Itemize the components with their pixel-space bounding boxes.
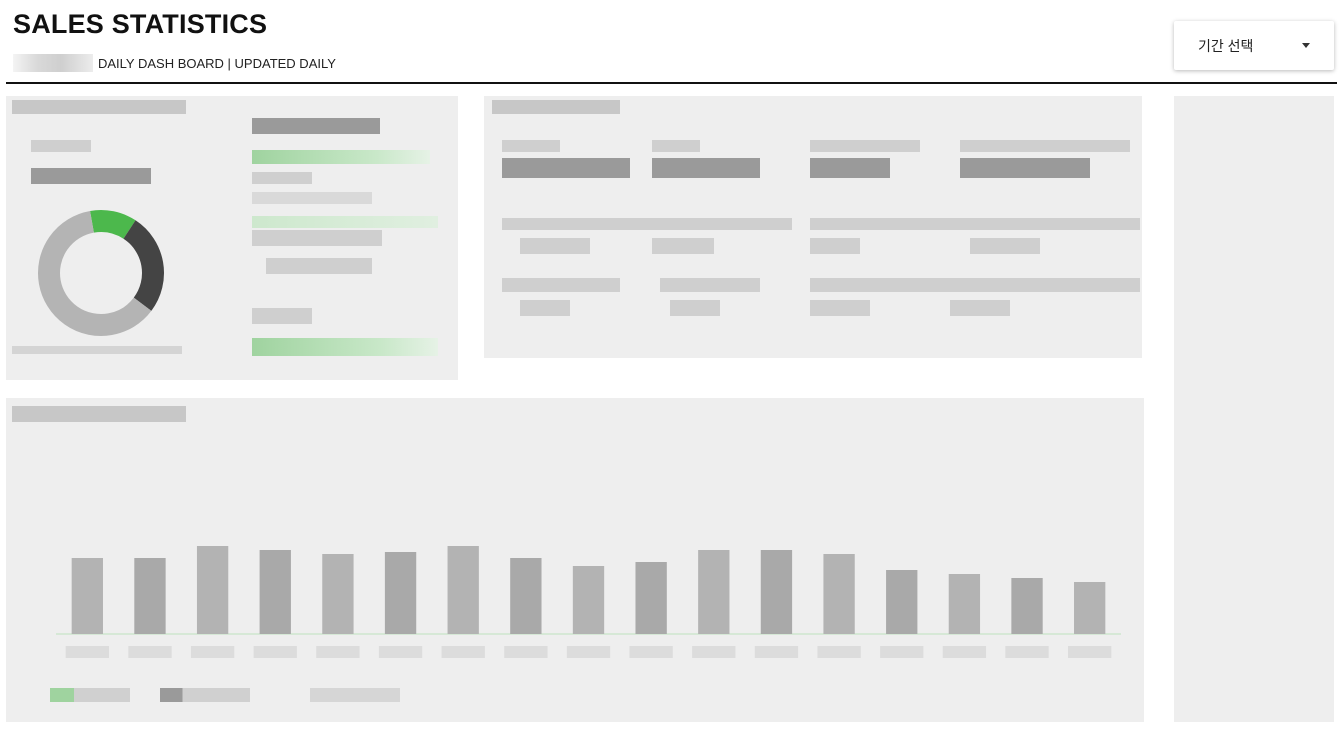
redacted-tick-label	[566, 646, 611, 658]
redacted-tick-label	[190, 646, 235, 658]
redacted-legend-item	[310, 688, 400, 702]
redacted-metric-label	[252, 308, 312, 324]
redacted-kpi-label	[502, 140, 560, 152]
kpi-summary-panel	[484, 96, 1142, 358]
redacted-kpi-value	[810, 300, 870, 316]
bar-10	[635, 562, 667, 634]
redacted-kpi-label	[502, 218, 792, 230]
redacted-label	[31, 140, 91, 152]
redacted-kpi-label	[810, 278, 1140, 292]
redacted-metric-title	[252, 118, 380, 134]
donut-chart	[38, 210, 164, 336]
period-select-label: 기간 선택	[1198, 37, 1254, 54]
redacted-panel-heading	[12, 100, 186, 114]
redacted-tick-label	[817, 646, 861, 658]
bar-8	[510, 558, 542, 634]
metric-bar-1	[252, 150, 430, 164]
bar-6	[384, 552, 417, 634]
bar-1	[71, 558, 103, 634]
redacted-tick-label	[441, 646, 485, 658]
redacted-kpi-value	[520, 238, 590, 254]
redacted-kpi-label	[502, 278, 620, 292]
period-select-dropdown[interactable]: 기간 선택	[1174, 21, 1334, 70]
redacted-kpi-label	[652, 140, 700, 152]
redacted-tick-label	[128, 646, 172, 658]
redacted-tick-label	[378, 646, 423, 658]
redacted-kpi-value	[670, 300, 720, 316]
bar-17	[1074, 582, 1106, 634]
bar-14	[886, 570, 918, 634]
bar-3	[196, 546, 229, 634]
redacted-metric-value	[266, 258, 372, 274]
redacted-kpi-value	[810, 158, 890, 178]
redacted-kpi-label	[810, 218, 1140, 230]
daily-sales-bar-chart	[56, 546, 1121, 658]
bar-2	[134, 558, 166, 634]
redacted-legend-item	[160, 688, 250, 702]
redacted-tick-label	[692, 646, 736, 658]
redacted-kpi-label	[810, 140, 920, 152]
bar-9	[572, 566, 605, 634]
redacted-tick-label	[316, 646, 360, 658]
redacted-metric-label	[252, 172, 312, 184]
bar-5	[322, 554, 354, 634]
redacted-tick-label	[65, 646, 109, 658]
redacted-kpi-value	[502, 158, 630, 178]
redacted-tick-label	[880, 646, 924, 658]
page-subtitle: DAILY DASH BOARD | UPDATED DAILY	[98, 55, 336, 71]
bar-13	[823, 554, 855, 634]
metric-bar-3	[252, 338, 438, 356]
header-divider	[6, 82, 1337, 84]
redacted-kpi-value	[970, 238, 1040, 254]
redacted-tick-label	[629, 646, 673, 658]
redacted-legend-item	[50, 688, 130, 702]
redacted-kpi-value	[652, 238, 714, 254]
redacted-metric-label	[252, 192, 372, 204]
redacted-kpi-value	[960, 158, 1090, 178]
redacted-kpi-value	[520, 300, 570, 316]
bar-15	[948, 574, 981, 634]
redacted-panel-heading	[492, 100, 620, 114]
redacted-tick-label	[1005, 646, 1049, 658]
page-title: SALES STATISTICS	[13, 9, 268, 39]
bar-11	[698, 550, 730, 634]
caret-down-icon	[1302, 43, 1310, 48]
redacted-legend	[12, 346, 182, 354]
bar-12	[760, 550, 793, 634]
subtitle-row: DAILY DASH BOARD | UPDATED DAILY	[13, 53, 336, 73]
redacted-kpi-value	[810, 238, 860, 254]
redacted-metric-value	[252, 230, 382, 246]
bar-4	[259, 550, 291, 634]
redacted-tick-label	[504, 646, 548, 658]
redacted-value	[31, 168, 151, 184]
summary-donut-panel	[6, 96, 458, 380]
redacted-kpi-value	[652, 158, 760, 178]
redacted-tick-label	[253, 646, 297, 658]
metric-bar-2	[252, 216, 438, 228]
redacted-kpi-value	[950, 300, 1010, 316]
bar-7	[447, 546, 479, 634]
redacted-kpi-label	[660, 278, 760, 292]
bar-16	[1011, 578, 1043, 634]
daily-sales-chart-panel	[6, 398, 1144, 722]
redacted-kpi-label	[960, 140, 1130, 152]
redacted-company-logo	[13, 54, 93, 72]
redacted-tick-label	[942, 646, 987, 658]
redacted-tick-label	[754, 646, 799, 658]
redacted-tick-label	[1068, 646, 1112, 658]
side-panel	[1174, 96, 1334, 722]
